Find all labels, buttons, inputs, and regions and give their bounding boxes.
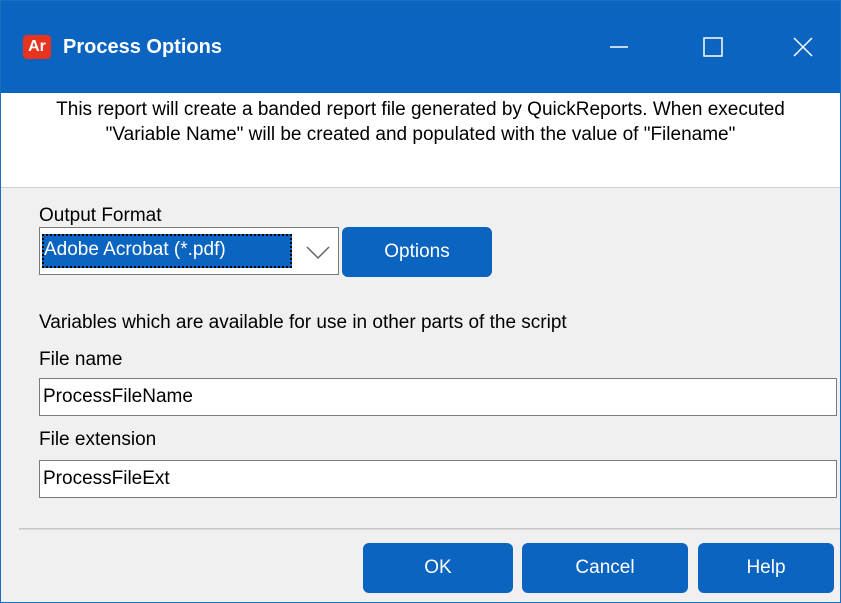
- window-title: Process Options: [63, 36, 222, 58]
- ar-app-icon: Ar: [23, 35, 51, 59]
- cancel-button[interactable]: Cancel: [522, 543, 688, 593]
- process-options-dialog: Ar Process Options This report will crea…: [0, 0, 841, 603]
- output-format-selected-value: Adobe Acrobat (*.pdf): [42, 234, 292, 268]
- output-format-select[interactable]: Adobe Acrobat (*.pdf): [39, 227, 339, 275]
- ok-button[interactable]: OK: [363, 543, 513, 593]
- maximize-button[interactable]: [685, 21, 741, 73]
- ok-button-label: OK: [424, 557, 452, 578]
- close-button[interactable]: [775, 21, 831, 73]
- close-icon: [793, 37, 813, 57]
- file-extension-input[interactable]: ProcessFileExt: [39, 460, 837, 498]
- help-button-label: Help: [746, 557, 786, 578]
- output-format-label: Output Format: [39, 205, 162, 226]
- options-button-label: Options: [384, 241, 450, 262]
- variables-heading: Variables which are available for use in…: [39, 312, 567, 333]
- file-extension-label: File extension: [39, 429, 157, 450]
- cancel-button-label: Cancel: [575, 557, 635, 578]
- chevron-down-icon: [306, 246, 330, 260]
- maximize-icon: [703, 37, 723, 57]
- title-bar[interactable]: Ar Process Options: [1, 1, 840, 93]
- help-button[interactable]: Help: [698, 543, 834, 593]
- options-button[interactable]: Options: [342, 227, 492, 277]
- minimize-icon: [610, 46, 628, 48]
- minimize-button[interactable]: [591, 21, 647, 73]
- file-name-input[interactable]: ProcessFileName: [39, 378, 837, 416]
- footer-divider: [19, 528, 840, 530]
- file-name-label: File name: [39, 349, 123, 370]
- description-text: This report will create a banded report …: [1, 93, 840, 188]
